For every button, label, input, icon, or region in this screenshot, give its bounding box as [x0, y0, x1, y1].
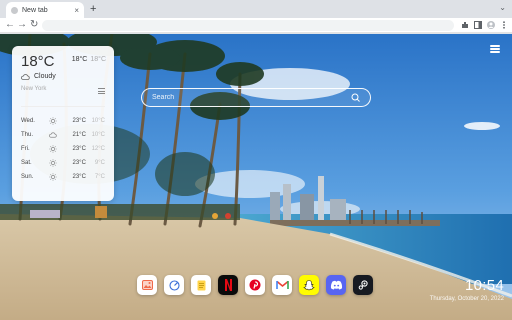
forecast-high: 23°C	[72, 146, 86, 152]
netflix-app-icon[interactable]	[218, 275, 238, 295]
forecast-high: 21°C	[72, 132, 86, 138]
forecast-low: 7°C	[94, 174, 105, 180]
reload-button[interactable]: ↻	[30, 19, 38, 31]
forecast-row: Sat. 23°C 9°C	[21, 156, 105, 170]
forecast-list-icon[interactable]	[98, 88, 105, 94]
forecast-high: 23°C	[72, 174, 86, 180]
extensions-icon[interactable]	[461, 21, 469, 29]
forecast-high: 23°C	[72, 160, 86, 166]
pinterest-app-icon[interactable]	[245, 275, 265, 295]
snapchat-app-icon[interactable]	[299, 275, 319, 295]
forecast-row: Fri. 23°C 12°C	[21, 142, 105, 156]
app-dock	[137, 275, 373, 295]
clock-time: 10:54	[464, 277, 504, 294]
gallery-app-icon[interactable]	[137, 275, 157, 295]
forecast-day: Sat.	[21, 160, 32, 166]
cloud-icon	[49, 132, 58, 138]
tab-strip: New tab × + ⌄	[0, 0, 512, 18]
profile-avatar-icon[interactable]	[487, 21, 495, 29]
tab-new-tab[interactable]: New tab ×	[6, 2, 84, 18]
clock-date: Thursday, October 20, 2022	[429, 296, 504, 302]
forecast-row: Thu. 21°C 10°C	[21, 128, 105, 142]
forward-button[interactable]: →	[17, 19, 27, 31]
sun-icon	[49, 117, 58, 125]
weather-condition: Cloudy	[21, 73, 56, 80]
tab-search-icon[interactable]: ⌄	[499, 3, 506, 12]
forecast-low: 9°C	[94, 160, 105, 166]
forecast-low: 12°C	[91, 146, 105, 152]
forecast-high: 23°C	[72, 118, 86, 124]
forecast-low: 10°C	[91, 132, 105, 138]
tab-title: New tab	[22, 6, 48, 14]
search-bar	[141, 88, 371, 107]
discord-app-icon[interactable]	[326, 275, 346, 295]
forecast-list: Wed. 23°C 10°C Thu. 21°C 10°C Fri. 23°C …	[21, 114, 105, 184]
search-icon[interactable]	[351, 93, 360, 102]
page-menu-icon[interactable]	[490, 44, 500, 54]
condition-label: Cloudy	[34, 73, 56, 80]
today-low: 18°C	[90, 56, 106, 63]
new-tab-button[interactable]: +	[90, 2, 96, 16]
compass-app-icon[interactable]	[164, 275, 184, 295]
clock-widget: 10:54 Thursday, October 20, 2022	[429, 277, 504, 303]
forecast-day: Thu.	[21, 132, 34, 138]
current-temperature: 18°C	[21, 53, 55, 70]
side-panel-icon[interactable]	[474, 21, 482, 29]
address-bar[interactable]	[42, 20, 454, 31]
steam-app-icon[interactable]	[353, 275, 373, 295]
cloud-icon	[21, 73, 30, 80]
new-tab-page: 18°C 18°C 18°C Cloudy New York Wed. 23°C …	[0, 34, 512, 320]
forecast-day: Fri.	[21, 146, 30, 152]
tab-favicon	[11, 6, 18, 14]
notes-app-icon[interactable]	[191, 275, 211, 295]
forecast-row: Wed. 23°C 10°C	[21, 114, 105, 128]
temperature-range: 18°C 18°C	[72, 56, 106, 63]
weather-city: New York	[21, 86, 47, 92]
browser-toolbar: ← → ↻	[0, 18, 512, 33]
sun-icon	[49, 159, 58, 167]
back-button[interactable]: ←	[5, 19, 15, 31]
forecast-day: Sun.	[21, 174, 34, 180]
tab-close-icon[interactable]: ×	[74, 6, 79, 15]
search-input[interactable]	[152, 92, 342, 103]
gmail-app-icon[interactable]	[272, 275, 292, 295]
forecast-day: Wed.	[21, 118, 35, 124]
weather-divider	[21, 106, 105, 107]
forecast-low: 10°C	[91, 118, 105, 124]
sun-icon	[49, 173, 58, 181]
today-high: 18°C	[71, 56, 88, 63]
sun-icon	[49, 145, 58, 153]
browser-menu-icon[interactable]	[500, 21, 508, 29]
weather-widget[interactable]: 18°C 18°C 18°C Cloudy New York Wed. 23°C …	[12, 46, 114, 201]
forecast-row: Sun. 23°C 7°C	[21, 170, 105, 184]
